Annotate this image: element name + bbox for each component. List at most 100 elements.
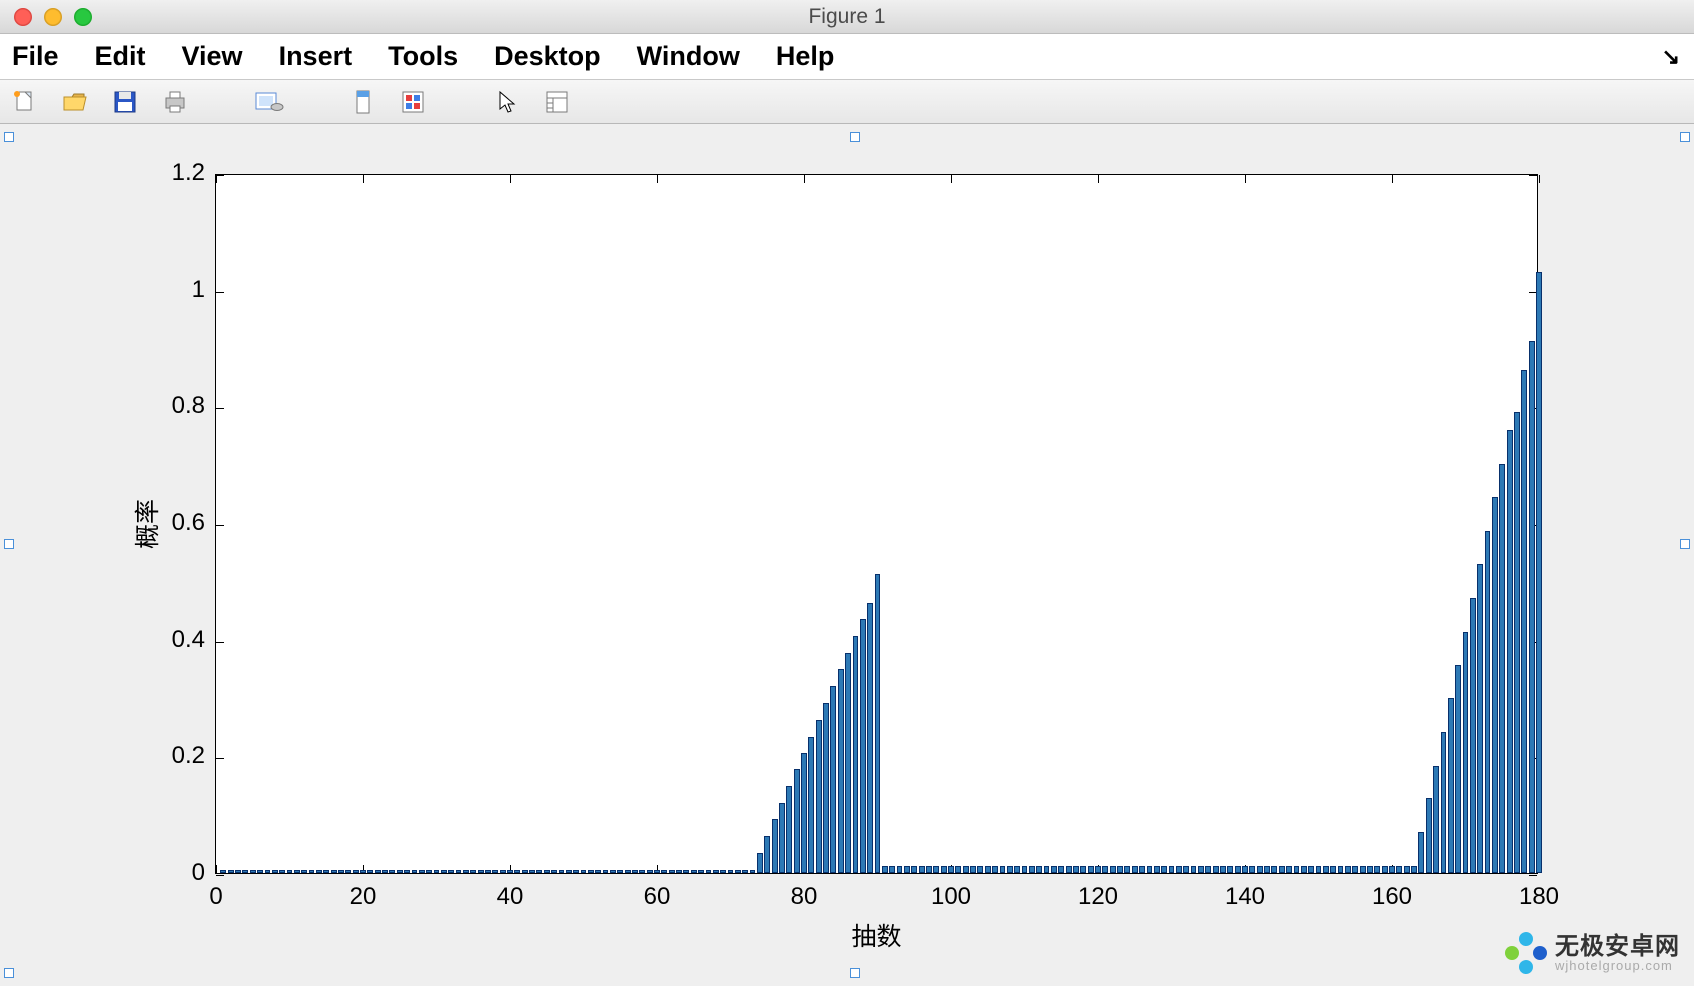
open-file-icon[interactable] — [60, 87, 90, 117]
bar — [713, 870, 719, 874]
bar — [345, 870, 351, 874]
bar — [1536, 272, 1542, 873]
bar — [728, 870, 734, 874]
bar — [1404, 866, 1410, 873]
bar — [581, 870, 587, 874]
bar — [933, 866, 939, 873]
bar — [963, 866, 969, 873]
bar — [1345, 866, 1351, 873]
bar — [1323, 866, 1329, 873]
bar — [853, 636, 859, 873]
bar — [882, 866, 888, 873]
page-setup-icon[interactable] — [254, 87, 284, 117]
bar — [919, 866, 925, 873]
bar — [529, 870, 535, 874]
plot-tools-icon[interactable] — [542, 87, 572, 117]
bar — [1249, 866, 1255, 873]
bar — [382, 870, 388, 874]
bar — [1183, 866, 1189, 873]
data-cursor-icon[interactable] — [348, 87, 378, 117]
save-icon[interactable] — [110, 87, 140, 117]
bar — [955, 866, 961, 873]
bar — [742, 870, 748, 874]
watermark-sub: wjhotelgroup.com — [1555, 959, 1680, 973]
watermark-logo-icon — [1505, 932, 1547, 974]
bar — [911, 866, 917, 873]
bar — [639, 870, 645, 874]
bar — [816, 720, 822, 873]
bar — [551, 870, 557, 874]
bar — [1102, 866, 1108, 873]
bar — [228, 870, 234, 874]
bar — [897, 866, 903, 873]
bar — [500, 870, 506, 874]
bar — [301, 870, 307, 874]
colorbar-icon[interactable] — [398, 87, 428, 117]
bar — [1470, 598, 1476, 873]
bar — [904, 866, 910, 873]
bar — [1014, 866, 1020, 873]
menu-edit[interactable]: Edit — [95, 41, 146, 72]
resize-handle-e[interactable] — [1680, 539, 1690, 549]
resize-handle-w[interactable] — [4, 539, 14, 549]
bar — [1352, 866, 1358, 873]
bar — [617, 870, 623, 874]
bar — [588, 870, 594, 874]
bar — [1198, 866, 1204, 873]
bar — [654, 870, 660, 874]
bar — [720, 870, 726, 874]
dock-arrow-icon[interactable]: ↘ — [1662, 44, 1680, 70]
bar — [375, 870, 381, 874]
bar — [595, 870, 601, 874]
ytick-label: 0.4 — [172, 626, 205, 654]
menu-insert[interactable]: Insert — [279, 41, 353, 72]
xtick-label: 60 — [644, 883, 671, 911]
bar — [441, 870, 447, 874]
bar — [338, 870, 344, 874]
pointer-icon[interactable] — [492, 87, 522, 117]
bar — [1418, 832, 1424, 873]
bar — [456, 870, 462, 874]
menu-tools[interactable]: Tools — [388, 41, 458, 72]
bar — [823, 703, 829, 873]
bar — [1499, 464, 1505, 874]
menubar: File Edit View Insert Tools Desktop Wind… — [0, 34, 1694, 80]
menu-view[interactable]: View — [182, 41, 243, 72]
resize-handle-sw[interactable] — [4, 968, 14, 978]
bar — [669, 870, 675, 874]
bar — [676, 870, 682, 874]
bar — [404, 870, 410, 874]
resize-handle-ne[interactable] — [1680, 132, 1690, 142]
bar — [1058, 866, 1064, 873]
bar — [1110, 866, 1116, 873]
menu-file[interactable]: File — [12, 41, 59, 72]
resize-handle-n[interactable] — [850, 132, 860, 142]
bar — [838, 669, 844, 873]
bar — [470, 870, 476, 874]
bar — [1286, 866, 1292, 873]
new-file-icon[interactable] — [10, 87, 40, 117]
menu-window[interactable]: Window — [637, 41, 740, 72]
menu-help[interactable]: Help — [776, 41, 835, 72]
menu-desktop[interactable]: Desktop — [494, 41, 601, 72]
resize-handle-nw[interactable] — [4, 132, 14, 142]
bar — [1507, 430, 1513, 873]
axes[interactable]: 抽数 概率 02040608010012014016018000.20.40.6… — [215, 174, 1538, 874]
bar — [1036, 866, 1042, 873]
resize-handle-s[interactable] — [850, 968, 860, 978]
bar — [309, 870, 315, 874]
xtick-label: 160 — [1372, 883, 1412, 911]
figure-canvas[interactable]: 抽数 概率 02040608010012014016018000.20.40.6… — [0, 124, 1694, 986]
bar — [1139, 866, 1145, 873]
watermark-main: 无极安卓网 — [1555, 934, 1680, 959]
print-icon[interactable] — [160, 87, 190, 117]
bar — [463, 870, 469, 874]
bar — [977, 866, 983, 873]
bar — [242, 870, 248, 874]
bar — [1455, 665, 1461, 873]
bar — [779, 803, 785, 873]
bar — [698, 870, 704, 874]
bar — [794, 769, 800, 873]
bar — [1279, 866, 1285, 873]
bar — [1485, 531, 1491, 873]
